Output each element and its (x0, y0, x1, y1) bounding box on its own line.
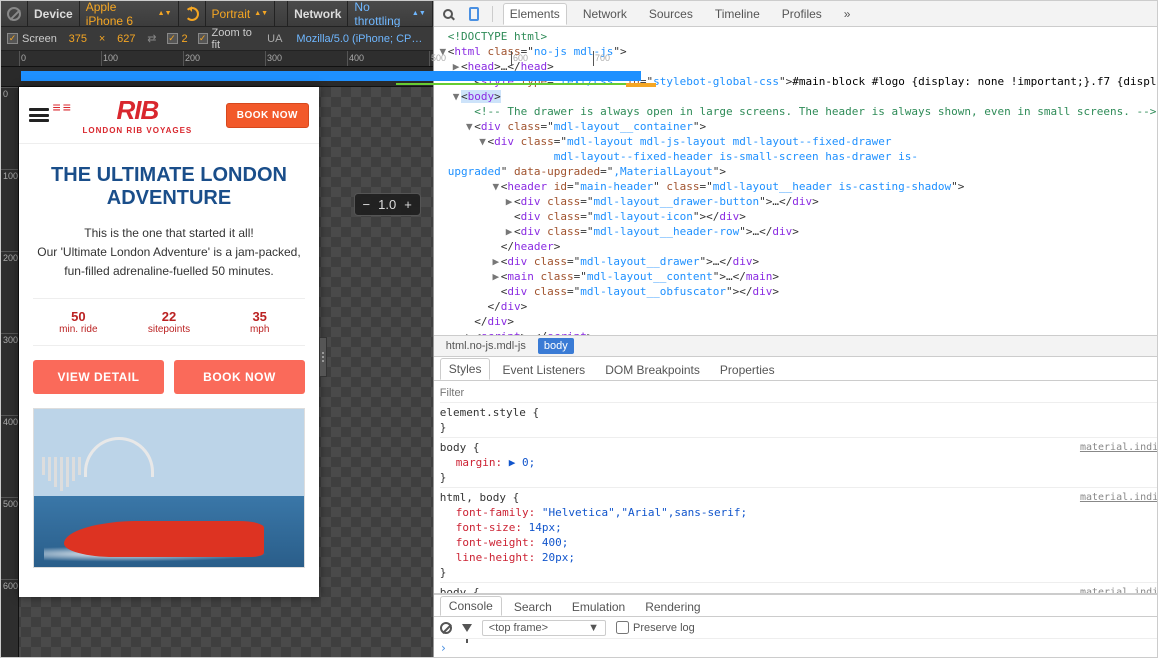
console-drawer: Console Search Emulation Rendering <top … (434, 594, 1158, 657)
lead-text: This is the one that started it all! Our… (33, 224, 305, 282)
console-toolbar: <top frame>▼ Preserve log (434, 617, 1158, 639)
zoom-checkbox[interactable]: ✓Zoom to fit (198, 27, 258, 51)
preserve-log-checkbox[interactable]: Preserve log (616, 621, 695, 634)
zoom-control[interactable]: − 1.0 + (354, 193, 421, 216)
styles-panel: + 📌 ◆ element.style {}material.indigo-re… (434, 381, 1158, 594)
updown-icon: ▲▼ (254, 11, 268, 16)
logo-text: RIB (83, 95, 193, 126)
drawer-tabs: Console Search Emulation Rendering (434, 595, 1158, 617)
stat-item: 50min. ride (33, 309, 124, 335)
zoom-value: 1.0 (378, 197, 396, 212)
ban-icon[interactable] (7, 7, 21, 21)
tab-dom-breakpoints[interactable]: DOM Breakpoints (597, 360, 708, 380)
tab-search[interactable]: Search (506, 598, 560, 616)
width-input[interactable] (67, 33, 89, 45)
devtools-main-toolbar: Elements Network Sources Timeline Profil… (434, 1, 1158, 27)
tab-elements[interactable]: Elements (503, 3, 567, 25)
stats-row: 50min. ride 22sitepoints 35mph (33, 298, 305, 346)
zoom-label: Zoom to fit (212, 27, 258, 51)
orientation-select[interactable]: Portrait ▲▼ (206, 1, 276, 26)
stat-item: 35mph (214, 309, 305, 335)
ua-value[interactable]: Mozilla/5.0 (iPhone; CPU iP… (296, 33, 426, 45)
screen-checkbox[interactable]: ✓Screen (7, 33, 57, 45)
times-icon: × (99, 33, 105, 45)
device-viewport[interactable]: RIB LONDON RIB VOYAGES BOOK NOW THE ULTI… (19, 87, 319, 597)
timeline-overview[interactable] (1, 67, 433, 87)
orientation-value: Portrait (212, 7, 251, 21)
tab-emulation[interactable]: Emulation (564, 598, 633, 616)
device-value: Apple iPhone 6 (86, 0, 154, 28)
breadcrumb: html.no-js.mdl-js body (434, 335, 1158, 357)
tab-sources[interactable]: Sources (643, 4, 699, 24)
site-logo[interactable]: RIB LONDON RIB VOYAGES (83, 95, 193, 135)
network-label: Network (294, 7, 341, 21)
crumb-html[interactable]: html.no-js.mdl-js (440, 338, 532, 354)
throttle-value: No throttling (354, 0, 408, 28)
viewport-workspace: 0100200300400500600 − 1.0 + RIB LONDON R… (1, 87, 433, 657)
screen-toolbar: ✓Screen × ⇄ ✓2 ✓Zoom to fit UA Mozilla/5… (1, 27, 433, 51)
tab-styles[interactable]: Styles (440, 358, 491, 380)
console-prompt[interactable]: › (434, 639, 1158, 657)
dpr-checkbox[interactable]: ✓2 (167, 33, 188, 45)
inspect-icon[interactable] (440, 6, 456, 22)
page-title: THE ULTIMATE LONDON ADVENTURE (33, 164, 305, 210)
styles-rules[interactable]: + 📌 ◆ element.style {}material.indigo-re… (434, 381, 1158, 593)
devtools-pane: Elements Network Sources Timeline Profil… (433, 1, 1158, 657)
tab-properties[interactable]: Properties (712, 360, 783, 380)
resize-handle[interactable] (319, 337, 327, 377)
tab-rendering[interactable]: Rendering (637, 598, 708, 616)
ua-label: UA (267, 33, 282, 45)
zoom-in-icon[interactable]: + (404, 197, 412, 212)
device-toolbar: Device Apple iPhone 6 ▲▼ Portrait ▲▼ Net… (1, 1, 433, 27)
view-detail-button[interactable]: VIEW DETAIL (33, 360, 164, 394)
tab-event-listeners[interactable]: Event Listeners (494, 360, 593, 380)
tab-timeline[interactable]: Timeline (709, 4, 766, 24)
book-now-button[interactable]: BOOK NOW (174, 360, 305, 394)
horizontal-ruler: 0100200300400500600700 (1, 51, 433, 67)
clear-console-icon[interactable] (440, 622, 452, 634)
filter-icon[interactable] (462, 624, 472, 632)
throttle-select[interactable]: No throttling ▲▼ (348, 1, 432, 26)
stat-item: 22sitepoints (124, 309, 215, 335)
site-body: THE ULTIMATE LONDON ADVENTURE This is th… (19, 144, 319, 580)
updown-icon: ▲▼ (412, 11, 426, 16)
screen-label: Screen (22, 33, 57, 45)
updown-icon: ▲▼ (158, 11, 172, 16)
zoom-out-icon[interactable]: − (363, 197, 371, 212)
tab-console[interactable]: Console (440, 596, 502, 616)
styles-filter-row: + 📌 ◆ (440, 383, 1158, 403)
context-select[interactable]: <top frame>▼ (482, 620, 606, 636)
vertical-ruler: 0100200300400500600 (1, 87, 19, 657)
tab-overflow[interactable]: » (838, 4, 857, 24)
device-label: Device (34, 7, 73, 21)
site-header: RIB LONDON RIB VOYAGES BOOK NOW (19, 87, 319, 144)
device-toggle-icon[interactable] (466, 6, 482, 22)
cta-row: VIEW DETAIL BOOK NOW (33, 360, 305, 394)
swap-icon[interactable]: ⇄ (147, 32, 156, 45)
book-now-button[interactable]: BOOK NOW (226, 103, 309, 128)
device-mode-pane: Device Apple iPhone 6 ▲▼ Portrait ▲▼ Net… (1, 1, 433, 657)
crumb-body[interactable]: body (538, 338, 574, 354)
tab-network[interactable]: Network (577, 4, 633, 24)
hero-image (33, 408, 305, 568)
menu-icon[interactable] (29, 108, 49, 122)
reload-icon[interactable] (185, 7, 199, 21)
styles-filter-input[interactable] (440, 387, 1158, 399)
device-select[interactable]: Apple iPhone 6 ▲▼ (80, 1, 179, 26)
dpr-value: 2 (182, 33, 188, 45)
styles-tabs: Styles Event Listeners DOM Breakpoints P… (434, 357, 1158, 381)
height-input[interactable] (115, 33, 137, 45)
logo-subtitle: LONDON RIB VOYAGES (83, 126, 193, 135)
tab-profiles[interactable]: Profiles (776, 4, 828, 24)
